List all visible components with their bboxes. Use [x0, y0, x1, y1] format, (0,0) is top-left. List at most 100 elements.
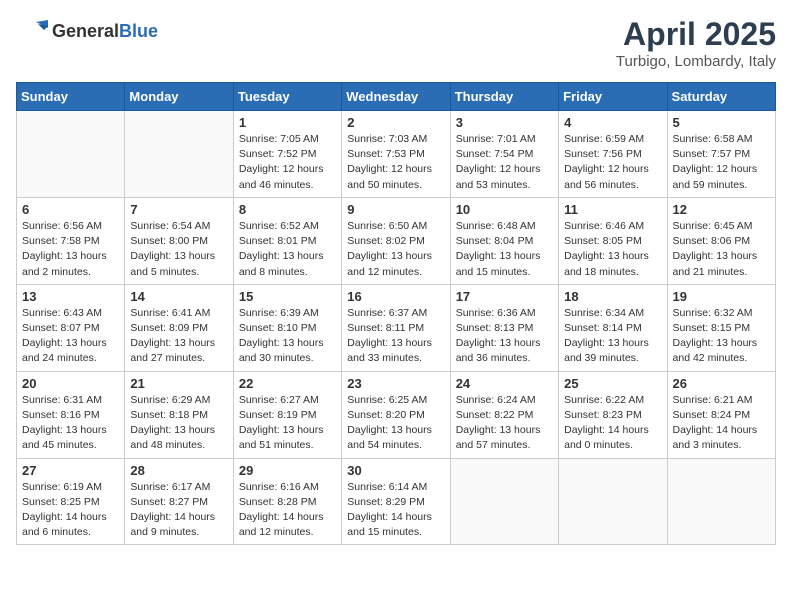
day-info: Sunrise: 6:54 AM Sunset: 8:00 PM Dayligh…: [130, 219, 227, 280]
calendar-cell: 20Sunrise: 6:31 AM Sunset: 8:16 PM Dayli…: [17, 371, 125, 458]
calendar-cell: 28 Sunrise: 6:17 AM Sunset: 8:27 PM Dayli…: [125, 458, 233, 545]
day-info: Sunrise: 6:56 AM Sunset: 7:58 PM Dayligh…: [22, 219, 119, 280]
day-number: 8: [239, 202, 336, 217]
day-number: 17: [456, 289, 553, 304]
weekday-tuesday: Tuesday: [233, 83, 341, 111]
day-number: 26: [673, 376, 770, 391]
calendar-table: SundayMondayTuesdayWednesdayThursdayFrid…: [16, 82, 776, 545]
calendar-cell: 26 Sunrise: 6:21 AM Sunset: 8:24 PM Dayli…: [667, 371, 775, 458]
calendar-cell: [559, 458, 667, 545]
weekday-wednesday: Wednesday: [342, 83, 450, 111]
day-info: Sunrise: 6:21 AM Sunset: 8:24 PM Dayligh…: [673, 393, 770, 454]
day-info: Sunrise: 6:36 AM Sunset: 8:13 PM Dayligh…: [456, 306, 553, 367]
calendar-cell: 19 Sunrise: 6:32 AM Sunset: 8:15 PM Dayli…: [667, 284, 775, 371]
day-info: Sunrise: 6:34 AM Sunset: 8:14 PM Dayligh…: [564, 306, 661, 367]
day-info: Sunrise: 6:43 AM Sunset: 8:07 PM Dayligh…: [22, 306, 119, 367]
calendar-cell: 9 Sunrise: 6:50 AM Sunset: 8:02 PM Daylig…: [342, 197, 450, 284]
weekday-thursday: Thursday: [450, 83, 558, 111]
week-row-1: 1 Sunrise: 7:05 AM Sunset: 7:52 PM Daylig…: [17, 111, 776, 198]
logo: GeneralBlue: [16, 16, 158, 48]
calendar-cell: [667, 458, 775, 545]
calendar-cell: 30 Sunrise: 6:14 AM Sunset: 8:29 PM Dayli…: [342, 458, 450, 545]
calendar-cell: 4 Sunrise: 6:59 AM Sunset: 7:56 PM Daylig…: [559, 111, 667, 198]
day-info: Sunrise: 6:52 AM Sunset: 8:01 PM Dayligh…: [239, 219, 336, 280]
day-number: 20: [22, 376, 119, 391]
calendar-cell: 13 Sunrise: 6:43 AM Sunset: 8:07 PM Dayli…: [17, 284, 125, 371]
weekday-friday: Friday: [559, 83, 667, 111]
calendar-cell: 11 Sunrise: 6:46 AM Sunset: 8:05 PM Dayli…: [559, 197, 667, 284]
calendar-cell: 23 Sunrise: 6:25 AM Sunset: 8:20 PM Dayli…: [342, 371, 450, 458]
calendar-cell: 3 Sunrise: 7:01 AM Sunset: 7:54 PM Daylig…: [450, 111, 558, 198]
calendar-cell: 2 Sunrise: 7:03 AM Sunset: 7:53 PM Daylig…: [342, 111, 450, 198]
calendar-cell: 24Sunrise: 6:24 AM Sunset: 8:22 PM Dayli…: [450, 371, 558, 458]
calendar-cell: 22Sunrise: 6:27 AM Sunset: 8:19 PM Dayli…: [233, 371, 341, 458]
day-number: 7: [130, 202, 227, 217]
day-number: 30: [347, 463, 444, 478]
day-info: Sunrise: 6:24 AM Sunset: 8:22 PM Dayligh…: [456, 393, 553, 454]
day-number: 5: [673, 115, 770, 130]
day-number: 16: [347, 289, 444, 304]
day-number: 21: [130, 376, 227, 391]
day-info: Sunrise: 6:25 AM Sunset: 8:20 PM Dayligh…: [347, 393, 444, 454]
day-info: Sunrise: 6:48 AM Sunset: 8:04 PM Dayligh…: [456, 219, 553, 280]
day-number: 22: [239, 376, 336, 391]
calendar-cell: [125, 111, 233, 198]
day-number: 15: [239, 289, 336, 304]
page-header: GeneralBlue April 2025 Turbigo, Lombardy…: [16, 16, 776, 70]
day-info: Sunrise: 6:17 AM Sunset: 8:27 PM Dayligh…: [130, 480, 227, 541]
weekday-saturday: Saturday: [667, 83, 775, 111]
day-number: 11: [564, 202, 661, 217]
day-number: 28: [130, 463, 227, 478]
calendar-cell: 6Sunrise: 6:56 AM Sunset: 7:58 PM Daylig…: [17, 197, 125, 284]
day-info: Sunrise: 7:03 AM Sunset: 7:53 PM Dayligh…: [347, 132, 444, 193]
calendar-cell: 5 Sunrise: 6:58 AM Sunset: 7:57 PM Daylig…: [667, 111, 775, 198]
day-info: Sunrise: 6:41 AM Sunset: 8:09 PM Dayligh…: [130, 306, 227, 367]
day-number: 4: [564, 115, 661, 130]
week-row-5: 27Sunrise: 6:19 AM Sunset: 8:25 PM Dayli…: [17, 458, 776, 545]
day-number: 10: [456, 202, 553, 217]
day-info: Sunrise: 7:05 AM Sunset: 7:52 PM Dayligh…: [239, 132, 336, 193]
logo-blue-text: Blue: [119, 21, 158, 41]
weekday-sunday: Sunday: [17, 83, 125, 111]
day-info: Sunrise: 6:46 AM Sunset: 8:05 PM Dayligh…: [564, 219, 661, 280]
calendar-cell: 21 Sunrise: 6:29 AM Sunset: 8:18 PM Dayli…: [125, 371, 233, 458]
day-info: Sunrise: 6:59 AM Sunset: 7:56 PM Dayligh…: [564, 132, 661, 193]
day-info: Sunrise: 6:45 AM Sunset: 8:06 PM Dayligh…: [673, 219, 770, 280]
day-info: Sunrise: 6:58 AM Sunset: 7:57 PM Dayligh…: [673, 132, 770, 193]
day-info: Sunrise: 6:37 AM Sunset: 8:11 PM Dayligh…: [347, 306, 444, 367]
day-number: 18: [564, 289, 661, 304]
day-number: 3: [456, 115, 553, 130]
title-block: April 2025 Turbigo, Lombardy, Italy: [616, 16, 776, 70]
day-info: Sunrise: 6:39 AM Sunset: 8:10 PM Dayligh…: [239, 306, 336, 367]
calendar-cell: 15 Sunrise: 6:39 AM Sunset: 8:10 PM Dayli…: [233, 284, 341, 371]
day-info: Sunrise: 6:29 AM Sunset: 8:18 PM Dayligh…: [130, 393, 227, 454]
day-info: Sunrise: 6:16 AM Sunset: 8:28 PM Dayligh…: [239, 480, 336, 541]
week-row-2: 6Sunrise: 6:56 AM Sunset: 7:58 PM Daylig…: [17, 197, 776, 284]
day-number: 13: [22, 289, 119, 304]
day-number: 9: [347, 202, 444, 217]
day-number: 25: [564, 376, 661, 391]
calendar-cell: 12 Sunrise: 6:45 AM Sunset: 8:06 PM Dayli…: [667, 197, 775, 284]
day-number: 2: [347, 115, 444, 130]
weekday-header-row: SundayMondayTuesdayWednesdayThursdayFrid…: [17, 83, 776, 111]
day-number: 19: [673, 289, 770, 304]
week-row-3: 13 Sunrise: 6:43 AM Sunset: 8:07 PM Dayli…: [17, 284, 776, 371]
calendar-cell: 16 Sunrise: 6:37 AM Sunset: 8:11 PM Dayli…: [342, 284, 450, 371]
calendar-cell: 18 Sunrise: 6:34 AM Sunset: 8:14 PM Dayli…: [559, 284, 667, 371]
location-title: Turbigo, Lombardy, Italy: [616, 53, 776, 70]
day-number: 23: [347, 376, 444, 391]
day-number: 12: [673, 202, 770, 217]
calendar-cell: 27Sunrise: 6:19 AM Sunset: 8:25 PM Dayli…: [17, 458, 125, 545]
day-info: Sunrise: 6:32 AM Sunset: 8:15 PM Dayligh…: [673, 306, 770, 367]
calendar-cell: 25 Sunrise: 6:22 AM Sunset: 8:23 PM Dayli…: [559, 371, 667, 458]
month-title: April 2025: [616, 16, 776, 53]
day-info: Sunrise: 6:22 AM Sunset: 8:23 PM Dayligh…: [564, 393, 661, 454]
day-info: Sunrise: 6:14 AM Sunset: 8:29 PM Dayligh…: [347, 480, 444, 541]
day-info: Sunrise: 7:01 AM Sunset: 7:54 PM Dayligh…: [456, 132, 553, 193]
day-number: 14: [130, 289, 227, 304]
calendar-cell: [450, 458, 558, 545]
day-number: 1: [239, 115, 336, 130]
day-info: Sunrise: 6:50 AM Sunset: 8:02 PM Dayligh…: [347, 219, 444, 280]
calendar-cell: 14 Sunrise: 6:41 AM Sunset: 8:09 PM Dayli…: [125, 284, 233, 371]
weekday-monday: Monday: [125, 83, 233, 111]
